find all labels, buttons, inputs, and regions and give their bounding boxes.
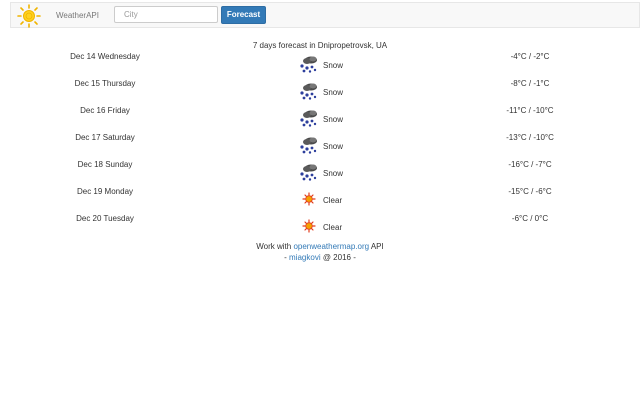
footer-text: API <box>369 242 384 251</box>
snow-icon <box>298 55 320 73</box>
footer: Work with openweathermap.org API - miagk… <box>0 241 640 263</box>
footer-line-2: - miagkovi @ 2016 - <box>0 252 640 263</box>
author-link[interactable]: miagkovi <box>289 253 321 262</box>
forecast-condition: Clear <box>323 196 343 205</box>
navbar: WeatherAPI City Forecast <box>10 2 640 28</box>
forecast-row: Dec 19 Monday Clear -15°C / -6°C <box>0 187 640 214</box>
forecast-temperature: -16°C / -7°C <box>508 160 552 169</box>
forecast-row: Dec 18 Sunday Snow -16°C / -7°C <box>0 160 640 187</box>
forecast-date: Dec 18 Sunday <box>77 160 133 169</box>
snow-icon <box>298 109 320 127</box>
forecast-date: Dec 15 Thursday <box>74 79 136 88</box>
forecast-temperature: -15°C / -6°C <box>508 187 552 196</box>
forecast-temperature: -13°C / -10°C <box>506 133 554 142</box>
forecast-temperature: -6°C / 0°C <box>511 214 549 223</box>
snow-icon <box>298 163 320 181</box>
forecast-row: Dec 20 Tuesday Clear -6°C / 0°C <box>0 214 640 241</box>
footer-text: Work with <box>256 242 294 251</box>
forecast-date: Dec 19 Monday <box>76 187 134 196</box>
forecast-row: Dec 14 Wednesday Snow -4°C / -2°C <box>0 52 640 79</box>
forecast-temperature: -11°C / -10°C <box>506 106 554 115</box>
forecast-date: Dec 16 Friday <box>80 106 130 115</box>
forecast-title: 7 days forecast in Dnipropetrovsk, UA <box>252 41 388 50</box>
clear-sun-icon <box>298 190 320 208</box>
forecast-button[interactable]: Forecast <box>221 6 266 24</box>
forecast-row: Dec 16 Friday Snow -11°C / -10°C <box>0 106 640 133</box>
forecast-condition: Snow <box>323 142 344 151</box>
snow-icon <box>298 136 320 154</box>
city-search-input[interactable]: City <box>114 6 218 23</box>
snow-icon <box>298 82 320 100</box>
forecast-date: Dec 17 Saturday <box>75 133 135 142</box>
forecast-condition: Snow <box>323 61 344 70</box>
forecast-condition: Snow <box>323 115 344 124</box>
forecast-condition: Snow <box>323 169 344 178</box>
openweathermap-link[interactable]: openweathermap.org <box>293 242 369 251</box>
forecast-condition: Clear <box>323 223 343 232</box>
forecast-date: Dec 20 Tuesday <box>76 214 134 223</box>
brand-name[interactable]: WeatherAPI <box>56 11 99 20</box>
clear-sun-icon <box>298 217 320 235</box>
forecast-date: Dec 14 Wednesday <box>70 52 140 61</box>
sun-icon[interactable] <box>16 3 42 29</box>
footer-text: @ 2016 - <box>320 253 356 262</box>
forecast-temperature: -8°C / -1°C <box>510 79 550 88</box>
forecast-temperature: -4°C / -2°C <box>510 52 550 61</box>
forecast-condition: Snow <box>323 88 344 97</box>
footer-line-1: Work with openweathermap.org API <box>0 241 640 252</box>
forecast-row: Dec 15 Thursday Snow -8°C / -1°C <box>0 79 640 106</box>
forecast-row: Dec 17 Saturday Snow -13°C / -10°C <box>0 133 640 160</box>
